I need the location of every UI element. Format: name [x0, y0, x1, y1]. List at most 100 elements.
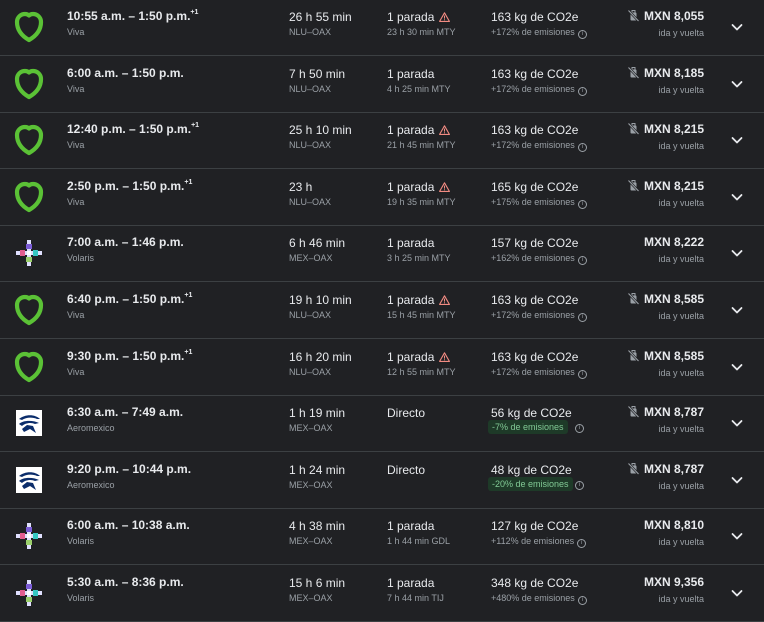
viva-logo [13, 11, 45, 43]
flight-route: NLU–OAX [289, 197, 332, 207]
co2-emissions: 127 kg de CO2e [491, 519, 579, 533]
trip-type: ida y vuelta [658, 594, 704, 604]
layover-detail: 19 h 35 min MTY [387, 197, 456, 207]
flight-route: MEX–OAX [289, 536, 333, 546]
day-offset: +1 [190, 9, 199, 16]
volaris-logo [13, 577, 45, 609]
stops-info: 1 parada [387, 576, 435, 590]
flight-times: 5:30 a.m. – 8:36 p.m. [67, 575, 184, 589]
co2-emissions: 48 kg de CO2e [491, 463, 572, 477]
flight-row[interactable]: 7:00 a.m. – 1:46 p.m. Volaris 6 h 46 min ME… [0, 226, 764, 282]
info-icon[interactable]: i [577, 370, 587, 379]
aeromexico-logo [13, 464, 45, 496]
flight-duration: 23 h [289, 180, 313, 194]
viva-logo [13, 181, 45, 213]
warning-icon[interactable] [439, 181, 451, 195]
stops-info: 1 parada [387, 350, 451, 365]
flight-route: MEX–OAX [289, 423, 333, 433]
flight-row[interactable]: 6:30 a.m. – 7:49 a.m. Aeromexico 1 h 19 mi… [0, 396, 764, 452]
flight-row[interactable]: 6:00 a.m. – 10:38 a.m. Volaris 4 h 38 min M… [0, 509, 764, 565]
chevron-down-icon[interactable] [728, 188, 746, 206]
flight-route: MEX–OAX [289, 253, 333, 263]
flight-row[interactable]: 6:40 p.m. – 1:50 p.m.+1 Viva 19 h 10 min NL… [0, 283, 764, 339]
chevron-down-icon[interactable] [728, 471, 746, 489]
co2-emissions: 163 kg de CO2e [491, 67, 579, 81]
warning-icon[interactable] [439, 11, 451, 25]
no-carry-on-bag-icon [627, 349, 640, 365]
airline-name: Viva [67, 84, 85, 94]
chevron-down-icon[interactable] [728, 527, 746, 545]
volaris-logo [13, 520, 45, 552]
airline-name: Viva [67, 197, 85, 207]
trip-type: ida y vuelta [658, 141, 704, 151]
trip-type: ida y vuelta [658, 368, 704, 378]
airline-name: Volaris [67, 253, 95, 263]
price: MXN 8,185 [627, 66, 704, 82]
layover-detail: 7 h 44 min TIJ [387, 593, 444, 603]
trip-type: ida y vuelta [658, 424, 704, 434]
chevron-down-icon[interactable] [728, 584, 746, 602]
airline-name: Aeromexico [67, 480, 115, 490]
emissions-comparison: -7% de emisiones [488, 420, 568, 434]
emissions-comparison: +480% de emisiones i [491, 593, 587, 605]
chevron-down-icon[interactable] [728, 414, 746, 432]
flight-duration: 6 h 46 min [289, 236, 346, 250]
no-carry-on-bag-icon [627, 9, 640, 25]
info-icon[interactable]: i [577, 313, 587, 322]
flight-row[interactable]: 10:55 a.m. – 1:50 p.m.+1 Viva 26 h 55 min N… [0, 0, 764, 56]
no-carry-on-bag-icon [627, 292, 640, 308]
flight-times: 9:20 p.m. – 10:44 p.m. [67, 462, 192, 476]
info-icon[interactable]: i [575, 481, 584, 490]
flight-times: 12:40 p.m. – 1:50 p.m.+1 [67, 122, 200, 136]
info-icon[interactable]: i [577, 539, 587, 548]
info-icon[interactable]: i [577, 256, 587, 265]
layover-detail: 21 h 45 min MTY [387, 140, 456, 150]
trip-type: ida y vuelta [658, 481, 704, 491]
emissions-comparison: +172% de emisiones i [491, 140, 587, 152]
day-offset: +1 [191, 122, 200, 129]
chevron-down-icon[interactable] [728, 301, 746, 319]
info-icon[interactable]: i [577, 30, 587, 39]
warning-icon[interactable] [439, 124, 451, 138]
emissions-comparison: +112% de emisiones i [491, 536, 587, 548]
airline-name: Viva [67, 310, 85, 320]
flight-route: NLU–OAX [289, 310, 332, 320]
info-icon[interactable]: i [577, 87, 587, 96]
flight-route: NLU–OAX [289, 140, 332, 150]
viva-logo [13, 351, 45, 383]
flight-row[interactable]: 5:30 a.m. – 8:36 p.m. Volaris 15 h 6 min ME… [0, 566, 764, 622]
flight-route: MEX–OAX [289, 480, 333, 490]
layover-detail: 4 h 25 min MTY [387, 84, 451, 94]
chevron-down-icon[interactable] [728, 244, 746, 262]
chevron-down-icon[interactable] [728, 75, 746, 93]
flight-duration: 26 h 55 min [289, 10, 352, 24]
trip-type: ida y vuelta [658, 311, 704, 321]
flight-times: 6:00 a.m. – 10:38 a.m. [67, 518, 190, 532]
flight-times: 10:55 a.m. – 1:50 p.m.+1 [67, 9, 199, 23]
flight-row[interactable]: 6:00 a.m. – 1:50 p.m. Viva 7 h 50 min NLU–O… [0, 57, 764, 113]
flight-row[interactable]: 12:40 p.m. – 1:50 p.m.+1 Viva 25 h 10 min N… [0, 113, 764, 169]
chevron-down-icon[interactable] [728, 358, 746, 376]
flight-times: 2:50 p.m. – 1:50 p.m.+1 [67, 179, 193, 193]
trip-type: ida y vuelta [658, 537, 704, 547]
flight-row[interactable]: 9:30 p.m. – 1:50 p.m.+1 Viva 16 h 20 min NL… [0, 340, 764, 396]
flight-row[interactable]: 9:20 p.m. – 10:44 p.m. Aeromexico 1 h 24 m… [0, 453, 764, 509]
warning-icon[interactable] [439, 294, 451, 308]
warning-icon[interactable] [439, 351, 451, 365]
emissions-comparison: +172% de emisiones i [491, 367, 587, 379]
chevron-down-icon[interactable] [728, 131, 746, 149]
co2-emissions: 348 kg de CO2e [491, 576, 579, 590]
emissions-comparison: +175% de emisiones i [491, 197, 587, 209]
flight-row[interactable]: 2:50 p.m. – 1:50 p.m.+1 Viva 23 h NLU–OAX 1 … [0, 170, 764, 226]
info-icon[interactable]: i [577, 596, 587, 605]
flight-duration: 1 h 19 min [289, 406, 346, 420]
stops-info: 1 parada [387, 10, 451, 25]
flight-duration: 15 h 6 min [289, 576, 346, 590]
price: MXN 9,356 [643, 575, 704, 589]
info-icon[interactable]: i [577, 143, 587, 152]
emissions-comparison: +172% de emisiones i [491, 310, 587, 322]
info-icon[interactable]: i [575, 424, 584, 433]
chevron-down-icon[interactable] [728, 18, 746, 36]
layover-detail: 23 h 30 min MTY [387, 27, 456, 37]
info-icon[interactable]: i [577, 200, 587, 209]
